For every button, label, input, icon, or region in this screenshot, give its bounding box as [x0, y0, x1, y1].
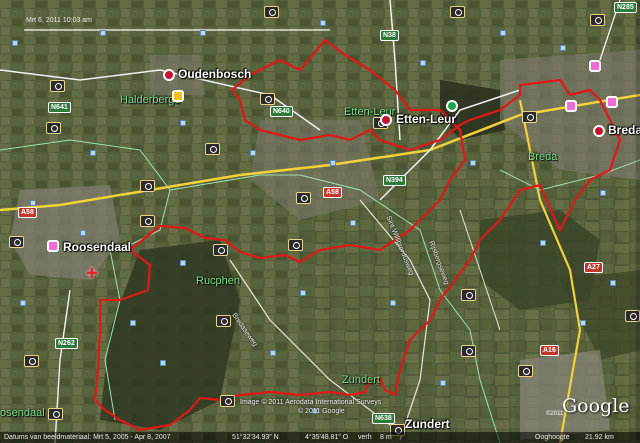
hospital-marker-icon[interactable] — [589, 60, 601, 72]
city-label-etten-leur[interactable]: Etten-Leur — [396, 113, 456, 125]
imagery-copyright: Image © 2011 Aerodata International Surv… — [240, 398, 381, 416]
satellite-imagery — [0, 0, 640, 443]
bus-stop-icon[interactable] — [440, 380, 446, 386]
road-shield-a16: A16 — [540, 345, 559, 356]
photo-camera-icon[interactable] — [450, 6, 465, 18]
bus-stop-icon[interactable] — [600, 190, 606, 196]
eye-altitude-label: Ooghoogte — [535, 434, 570, 441]
photo-camera-icon[interactable] — [590, 14, 605, 26]
road-shield-n394: N394 — [383, 175, 406, 186]
photo-camera-icon[interactable] — [46, 122, 61, 134]
bus-stop-icon[interactable] — [130, 320, 136, 326]
bus-stop-icon[interactable] — [270, 350, 276, 356]
municipality-label-rosendaal-edge: osendaal — [0, 407, 45, 419]
photo-camera-icon[interactable] — [264, 6, 279, 18]
road-shield-n285: N285 — [614, 2, 637, 13]
bus-stop-icon[interactable] — [300, 290, 306, 296]
bus-stop-icon[interactable] — [200, 30, 206, 36]
photo-camera-icon[interactable] — [220, 395, 235, 407]
date-slider[interactable]: Mrt 6, 2011 10:03 am — [24, 17, 330, 32]
logo-year: ©2011 — [546, 411, 564, 417]
bus-stop-icon[interactable] — [90, 150, 96, 156]
photo-camera-icon[interactable] — [213, 244, 228, 256]
imagery-date: Datums van beeldmateriaal: Mrt 5, 2005 -… — [4, 434, 171, 441]
bus-stop-icon[interactable] — [540, 240, 546, 246]
bus-stop-icon[interactable] — [580, 320, 586, 326]
bus-stop-icon[interactable] — [500, 30, 506, 36]
bus-stop-icon[interactable] — [610, 280, 616, 286]
photo-camera-icon[interactable] — [461, 345, 476, 357]
date-label: Mrt 6, 2011 10:03 am — [26, 17, 93, 24]
bus-stop-icon[interactable] — [30, 200, 36, 206]
place-marker-icon[interactable] — [593, 125, 605, 137]
road-shield-n38: N38 — [380, 30, 399, 41]
right-edge — [636, 0, 640, 443]
photo-camera-icon[interactable] — [24, 355, 39, 367]
city-label-zundert[interactable]: Zundert — [405, 418, 450, 430]
city-label-oudenbosch[interactable]: Oudenbosch — [178, 68, 251, 80]
photo-camera-icon[interactable] — [216, 315, 231, 327]
bus-stop-icon[interactable] — [560, 45, 566, 51]
photo-camera-icon[interactable] — [518, 365, 533, 377]
photo-camera-icon[interactable] — [522, 111, 537, 123]
bus-stop-icon[interactable] — [470, 160, 476, 166]
bus-stop-icon[interactable] — [250, 150, 256, 156]
municipality-label-rucphen: Rucphen — [196, 275, 241, 287]
bus-stop-icon[interactable] — [12, 40, 18, 46]
latitude: 51°32'34.93" N — [232, 434, 279, 441]
poi-marker-icon[interactable] — [446, 100, 458, 112]
bus-stop-icon[interactable] — [20, 300, 26, 306]
photo-camera-icon[interactable] — [9, 236, 24, 248]
municipality-label-breda: Breda — [528, 151, 558, 163]
satellite-map[interactable]: Mrt 6, 2011 10:03 am Oudenbosch Etten-Le… — [0, 0, 640, 443]
hospital-cross-icon[interactable]: ✚ — [86, 266, 98, 282]
road-shield-a27: A27 — [584, 262, 603, 273]
road-shield-n641: N641 — [48, 102, 71, 113]
longitude: 4°35'48.81" O — [305, 434, 349, 441]
photo-camera-icon[interactable] — [48, 408, 63, 420]
photo-camera-icon[interactable] — [461, 289, 476, 301]
photo-camera-icon[interactable] — [140, 180, 155, 192]
photo-camera-icon[interactable] — [260, 93, 275, 105]
road-shield-n262: N262 — [55, 338, 78, 349]
bus-stop-icon[interactable] — [320, 20, 326, 26]
bus-stop-icon[interactable] — [420, 60, 426, 66]
poi-marker-icon[interactable] — [172, 90, 184, 102]
photo-camera-icon[interactable] — [140, 215, 155, 227]
photo-camera-icon[interactable] — [288, 239, 303, 251]
elevation-value: 8 m — [380, 434, 392, 441]
road-shield-a58-left: A58 — [18, 207, 37, 218]
bus-stop-icon[interactable] — [180, 260, 186, 266]
city-label-roosendaal[interactable]: Roosendaal — [63, 241, 131, 253]
copyright-line: Image © 2011 Aerodata International Surv… — [240, 399, 382, 406]
hospital-marker-icon[interactable] — [565, 100, 577, 112]
eye-altitude-value: 21.92 km — [585, 434, 614, 441]
photo-camera-icon[interactable] — [50, 80, 65, 92]
date-slider-rail[interactable] — [24, 29, 330, 31]
bus-stop-icon[interactable] — [80, 230, 86, 236]
bus-stop-icon[interactable] — [100, 30, 106, 36]
status-bar: Datums van beeldmateriaal: Mrt 5, 2005 -… — [0, 432, 640, 443]
road-shield-n640: N640 — [270, 106, 293, 117]
bus-stop-icon[interactable] — [330, 160, 336, 166]
photo-camera-icon[interactable] — [205, 143, 220, 155]
elevation-label: verh — [358, 434, 372, 441]
copyright-line: © 2011 Google — [298, 408, 345, 415]
bus-stop-icon[interactable] — [160, 360, 166, 366]
place-marker-icon[interactable] — [380, 114, 392, 126]
google-logo: Google — [562, 395, 630, 417]
road-shield-a58-center: A58 — [323, 187, 342, 198]
hospital-marker-icon[interactable] — [47, 240, 59, 252]
bus-stop-icon[interactable] — [180, 120, 186, 126]
bus-stop-icon[interactable] — [390, 300, 396, 306]
bus-stop-icon[interactable] — [350, 220, 356, 226]
hospital-marker-icon[interactable] — [606, 96, 618, 108]
municipality-label-zundert: Zundert — [342, 374, 380, 386]
photo-camera-icon[interactable] — [296, 192, 311, 204]
place-marker-icon[interactable] — [163, 69, 175, 81]
